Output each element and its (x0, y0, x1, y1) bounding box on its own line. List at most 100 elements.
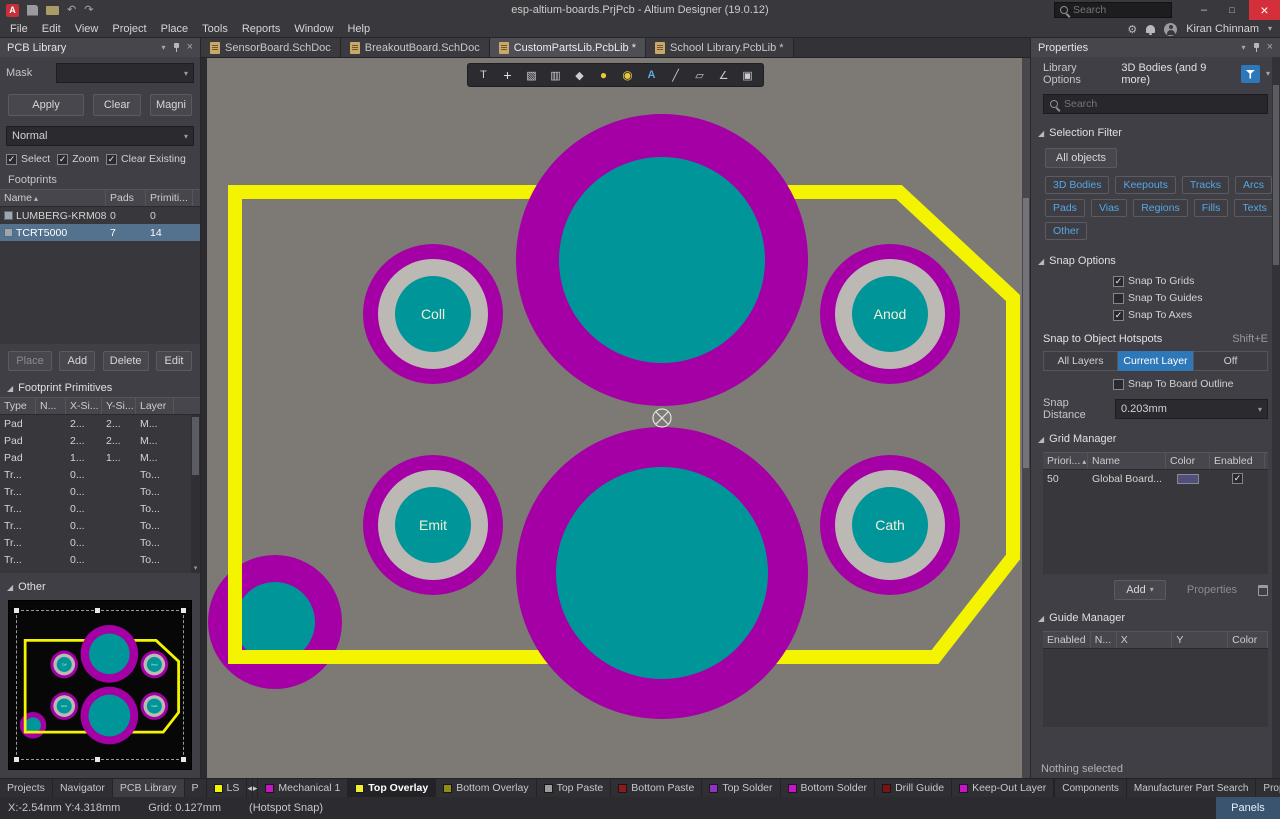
add-footprint-button[interactable]: Add (59, 351, 95, 371)
sensor-hole-top[interactable] (516, 114, 808, 406)
filter-tracks[interactable]: Tracks (1182, 176, 1229, 194)
close-icon[interactable]: × (1267, 42, 1273, 53)
pad-anod[interactable]: Anod (820, 244, 960, 384)
dimension-icon[interactable]: ∠ (712, 65, 735, 85)
grid-color-swatch[interactable] (1177, 474, 1199, 484)
layer-tab-top-solder[interactable]: Top Solder (702, 779, 780, 797)
global-search-input[interactable] (1073, 4, 1166, 16)
menu-edit[interactable]: Edit (35, 20, 68, 38)
save-icon[interactable] (27, 5, 38, 16)
filter-vias[interactable]: Vias (1091, 199, 1127, 217)
snap-distance-combo[interactable]: 0.203mm▾ (1115, 399, 1268, 419)
global-search-box[interactable] (1054, 2, 1172, 18)
select-checkbox[interactable]: Select (6, 153, 50, 165)
properties-search-input[interactable] (1064, 98, 1261, 110)
arc-icon[interactable]: ▱ (688, 65, 711, 85)
tab-custompartslib[interactable]: CustomPartsLib.PcbLib * (490, 38, 646, 57)
add-grid-button[interactable]: Add▾ (1114, 580, 1166, 600)
board-workspace[interactable]: Coll Anod Emit Ca (207, 58, 1022, 778)
sensor-hole-bottom[interactable] (516, 427, 808, 719)
panels-button[interactable]: Panels (1216, 797, 1280, 819)
chevron-down-icon[interactable]: ▾ (1242, 44, 1246, 52)
menu-project[interactable]: Project (105, 20, 153, 38)
snap-to-guides-checkbox[interactable]: Snap To Guides (1113, 292, 1280, 304)
pin-icon[interactable] (1253, 43, 1260, 53)
line-icon[interactable]: ╱ (664, 65, 687, 85)
layer-set-tab[interactable]: LS (207, 779, 248, 797)
via-icon[interactable]: ● (592, 65, 615, 85)
edit-footprint-button[interactable]: Edit (156, 351, 192, 371)
segment-current-layer[interactable]: Current Layer (1118, 351, 1193, 371)
filter-3d-bodies[interactable]: 3D Bodies (1045, 176, 1109, 194)
snap-to-grids-checkbox[interactable]: Snap To Grids (1113, 275, 1280, 287)
pin-icon[interactable] (173, 43, 180, 53)
other-section[interactable]: ◢ Other (0, 578, 200, 596)
snap-options-section[interactable]: ◢ Snap Options (1031, 252, 1280, 270)
grid-row-global-board[interactable]: 50 Global Board... (1043, 470, 1268, 487)
clear-existing-checkbox[interactable]: Clear Existing (106, 153, 186, 165)
chevron-down-icon[interactable]: ▾ (1268, 25, 1272, 33)
filter-regions[interactable]: Regions (1133, 199, 1188, 217)
primitive-row[interactable]: Pad2...2...M... (0, 415, 200, 432)
gear-icon[interactable]: ⚙ (1127, 23, 1137, 36)
primitive-row[interactable]: Pad1...1...M... (0, 449, 200, 466)
pad-coll[interactable]: Coll (363, 244, 503, 384)
layer-tab-bottom-paste[interactable]: Bottom Paste (611, 779, 702, 797)
tab-breakoutboard[interactable]: BreakoutBoard.SchDoc (341, 38, 490, 57)
grid-manager-section[interactable]: ◢ Grid Manager (1031, 430, 1280, 448)
layer-tab-bottom-overlay[interactable]: Bottom Overlay (436, 779, 536, 797)
primitive-row[interactable]: Tr...0...To... (0, 500, 200, 517)
text-string-icon[interactable]: A (640, 65, 663, 85)
pad-cath[interactable]: Cath (820, 455, 960, 595)
magnify-button[interactable]: Magni (150, 94, 192, 116)
chevron-down-icon[interactable]: ▾ (162, 44, 166, 52)
all-objects-button[interactable]: All objects (1045, 148, 1117, 168)
snap-to-axes-checkbox[interactable]: Snap To Axes (1113, 309, 1280, 321)
tab-schoollibrary[interactable]: School Library.PcbLib * (646, 38, 794, 57)
filter-pads[interactable]: Pads (1045, 199, 1085, 217)
properties-search-box[interactable] (1043, 94, 1268, 114)
mask-icon[interactable]: ◆ (568, 65, 591, 85)
filter-keepouts[interactable]: Keepouts (1115, 176, 1175, 194)
panel-tab-projects[interactable]: Projects (0, 779, 53, 797)
primitive-row[interactable]: Tr...0...To... (0, 466, 200, 483)
room-icon[interactable]: ▣ (736, 65, 759, 85)
snap-crosshair-icon[interactable]: + (496, 65, 519, 85)
menu-place[interactable]: Place (154, 20, 196, 38)
footprint-preview[interactable] (8, 600, 192, 770)
clear-button[interactable]: Clear (93, 94, 141, 116)
primitives-scrollbar[interactable]: ▾ (191, 415, 200, 573)
place-button[interactable]: Place (8, 351, 52, 371)
panel-tab-manufacturer-part-search[interactable]: Manufacturer Part Search (1126, 779, 1256, 797)
scroll-down-icon[interactable]: ▾ (191, 563, 200, 573)
filter-funnel-button[interactable] (1241, 65, 1260, 83)
column-chart-icon[interactable]: ▥ (544, 65, 567, 85)
layer-tab-drill-guide[interactable]: Drill Guide (875, 779, 952, 797)
layer-tab-keep-out[interactable]: Keep-Out Layer (952, 779, 1054, 797)
scrollbar-thumb[interactable] (192, 417, 199, 475)
scrollbar-thumb[interactable] (1023, 198, 1029, 468)
selection-filter-section[interactable]: ◢ Selection Filter (1031, 124, 1280, 142)
menu-window[interactable]: Window (287, 20, 340, 38)
zoom-checkbox[interactable]: Zoom (57, 153, 99, 165)
grid-enabled-checkbox[interactable] (1232, 473, 1243, 484)
maximize-button[interactable]: □ (1219, 0, 1245, 20)
filter-fills[interactable]: Fills (1194, 199, 1229, 217)
primitive-row[interactable]: Tr...0...To... (0, 517, 200, 534)
guide-manager-section[interactable]: ◢ Guide Manager (1031, 609, 1280, 627)
mode-combo[interactable]: Normal▾ (6, 126, 194, 146)
scope-value[interactable]: 3D Bodies (and 9 more) (1121, 62, 1234, 86)
chevron-down-icon[interactable]: ▾ (1266, 70, 1270, 78)
footprint-row-tcrt5000[interactable]: TCRT5000 7 14 (0, 224, 200, 241)
layer-tab-bottom-solder[interactable]: Bottom Solder (781, 779, 876, 797)
primitive-row[interactable]: Tr...0...To... (0, 483, 200, 500)
primitive-row[interactable]: Tr...0...To... (0, 534, 200, 551)
interactive-filter-icon[interactable]: T (472, 65, 495, 85)
apply-button[interactable]: Apply (8, 94, 84, 116)
scrollbar-thumb[interactable] (1273, 85, 1279, 265)
pcb-editor-canvas[interactable]: Coll Anod Emit Ca (201, 58, 1030, 778)
footprint-primitives-section[interactable]: ◢ Footprint Primitives (0, 379, 200, 397)
mask-combo[interactable]: ▾ (56, 63, 194, 83)
primitive-row[interactable]: Pad2...2...M... (0, 432, 200, 449)
menu-view[interactable]: View (68, 20, 106, 38)
